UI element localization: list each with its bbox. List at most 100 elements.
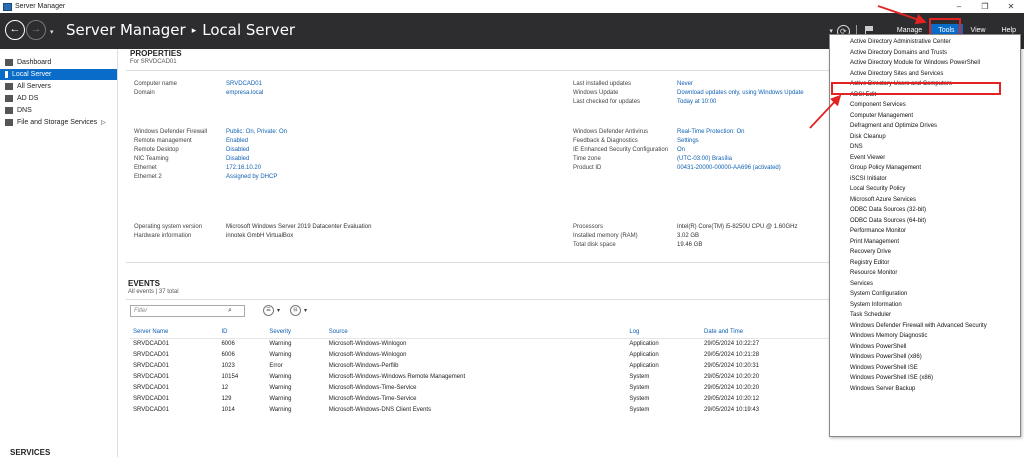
tools-menu-item[interactable]: Disk Cleanup xyxy=(830,132,1020,143)
save-query-dropdown-icon[interactable]: ▾ xyxy=(304,307,307,314)
tools-menu-item[interactable]: Performance Monitor xyxy=(830,226,1020,237)
tools-menu-item[interactable]: Recovery Drive xyxy=(830,247,1020,258)
firewall-link[interactable]: Public: On, Private: On xyxy=(226,129,287,135)
prop-key: Product ID xyxy=(573,165,602,171)
cell: 29/05/2024 10:20:20 xyxy=(704,384,760,391)
prop-key: Operating system version xyxy=(134,224,203,230)
breadcrumb-root[interactable]: Server Manager xyxy=(66,21,186,39)
tools-menu-item[interactable]: Resource Monitor xyxy=(830,268,1020,279)
properties-group-2-right: Windows Defender Antivirus Real-Time Prot… xyxy=(573,128,833,173)
time-zone-link[interactable]: (UTC-03:00) Brasília xyxy=(677,156,732,162)
tools-menu-item[interactable]: ODBC Data Sources (64-bit) xyxy=(830,216,1020,227)
table-row[interactable]: SRVDCAD01 6006 Warning Microsoft-Windows-Wi… xyxy=(130,349,830,360)
memory-value: 3.02 GB xyxy=(677,233,700,239)
tools-menu-item[interactable]: System Configuration xyxy=(830,289,1020,300)
expand-chevron-icon[interactable]: ▷ xyxy=(101,119,106,126)
sidebar-item-dns[interactable]: DNS xyxy=(0,105,117,116)
prop-key: Computer name xyxy=(134,81,178,87)
close-button[interactable]: ✕ xyxy=(998,0,1024,13)
tools-menu-item[interactable]: iSCSI Initiator xyxy=(830,174,1020,185)
tools-menu-item[interactable]: DNS xyxy=(830,142,1020,153)
last-updates-link[interactable]: Never xyxy=(677,81,693,87)
remote-desktop-link[interactable]: Disabled xyxy=(226,147,249,153)
col-log[interactable]: Log xyxy=(626,327,702,339)
tools-menu-item[interactable]: Microsoft Azure Services xyxy=(830,195,1020,206)
table-row[interactable]: SRVDCAD01 1023 Error Microsoft-Windows-Perf… xyxy=(130,360,830,371)
col-id[interactable]: ID xyxy=(218,327,267,339)
tools-menu-item[interactable]: Services xyxy=(830,279,1020,290)
tools-menu-item[interactable]: Event Viewer xyxy=(830,153,1020,164)
last-checked-link[interactable]: Today at 10:00 xyxy=(677,99,716,105)
tools-menu-item[interactable]: Windows PowerShell xyxy=(830,342,1020,353)
disk-value: 19.46 GB xyxy=(677,242,703,248)
col-source[interactable]: Source xyxy=(325,327,627,339)
table-row[interactable]: SRVDCAD01 6006 Warning Microsoft-Windows-Wi… xyxy=(130,338,830,349)
sidebar-item-local-server[interactable]: Local Server xyxy=(0,69,117,80)
tools-menu-item[interactable]: Component Services xyxy=(830,100,1020,111)
table-row[interactable]: SRVDCAD01 129 Warning Microsoft-Windows-Tim… xyxy=(130,393,830,404)
forward-arrow-icon[interactable]: → xyxy=(26,20,46,40)
table-row[interactable]: SRVDCAD01 10154 Warning Microsoft-Windows-W… xyxy=(130,371,830,382)
remote-management-link[interactable]: Enabled xyxy=(226,138,248,144)
tools-menu-item[interactable]: Registry Editor xyxy=(830,258,1020,269)
feedback-link[interactable]: Settings xyxy=(677,138,699,144)
cell: SRVDCAD01 xyxy=(133,395,169,402)
breadcrumb: Server Manager ▸ Local Server xyxy=(66,21,295,39)
computer-name-link[interactable]: SRVDCAD01 xyxy=(226,81,262,87)
col-server-name[interactable]: Server Name xyxy=(130,327,219,339)
back-arrow-icon[interactable]: ← xyxy=(5,20,25,40)
restore-button[interactable]: ❐ xyxy=(972,0,998,13)
cell: System xyxy=(629,395,650,402)
tools-menu-item[interactable]: System Information xyxy=(830,300,1020,311)
tools-menu-item[interactable]: Active Directory Administrative Center xyxy=(830,37,1020,48)
tools-menu-item[interactable]: Active Directory Module for Windows Powe… xyxy=(830,58,1020,69)
tools-menu-item[interactable]: Windows PowerShell ISE xyxy=(830,363,1020,374)
sidebar-item-label: DNS xyxy=(17,107,32,114)
tools-menu-item[interactable]: Windows Memory Diagnostic xyxy=(830,331,1020,342)
nic-teaming-link[interactable]: Disabled xyxy=(226,156,249,162)
tools-menu-item[interactable]: Task Scheduler xyxy=(830,310,1020,321)
prop-key: Ethernet xyxy=(134,165,157,171)
divider xyxy=(126,70,831,71)
cell: Error xyxy=(269,362,283,369)
sidebar-item-all-servers[interactable]: All Servers xyxy=(0,81,117,92)
cell: 29/05/2024 10:20:31 xyxy=(704,362,760,369)
ethernet2-link[interactable]: Assigned by DHCP xyxy=(226,174,277,180)
tools-menu-item[interactable]: ODBC Data Sources (32-bit) xyxy=(830,205,1020,216)
cell: Warning xyxy=(269,395,292,402)
cell: Microsoft-Windows-Winlogon xyxy=(328,340,407,347)
domain-link[interactable]: empresa.local xyxy=(226,90,263,96)
ethernet-link[interactable]: 172.16.10.20 xyxy=(226,165,261,171)
tools-menu-item[interactable]: Defragment and Optimize Drives xyxy=(830,121,1020,132)
windows-update-link[interactable]: Download updates only, using Windows Upd… xyxy=(677,90,804,96)
table-row[interactable]: SRVDCAD01 1014 Warning Microsoft-Windows-DN… xyxy=(130,404,830,415)
tools-menu-item[interactable]: Windows Server Backup xyxy=(830,384,1020,395)
filter-options-dropdown-icon[interactable]: ▾ xyxy=(277,307,280,314)
tools-menu-item[interactable]: Local Security Policy xyxy=(830,184,1020,195)
tools-menu-item[interactable]: Windows PowerShell (x86) xyxy=(830,352,1020,363)
prop-key: Total disk space xyxy=(573,242,616,248)
table-row[interactable]: SRVDCAD01 12 Warning Microsoft-Windows-Time… xyxy=(130,382,830,393)
col-severity[interactable]: Severity xyxy=(266,327,326,339)
ie-esc-link[interactable]: On xyxy=(677,147,685,153)
properties-group-1-right: Last installed updates Never Windows Upda… xyxy=(573,80,833,107)
defender-link[interactable]: Real-Time Protection: On xyxy=(677,129,744,135)
save-query-icon[interactable]: ⊟ xyxy=(290,305,301,316)
minimize-button[interactable]: – xyxy=(946,0,972,13)
tools-menu-item[interactable]: Computer Management xyxy=(830,111,1020,122)
sidebar-item-file-storage[interactable]: File and Storage Services ▷ xyxy=(0,117,117,128)
filter-options-icon[interactable]: ☰ xyxy=(263,305,274,316)
sidebar-item-ad-ds[interactable]: AD DS xyxy=(0,93,117,104)
tools-menu-item[interactable]: Windows PowerShell ISE (x86) xyxy=(830,373,1020,384)
search-icon[interactable]: ⌕ xyxy=(228,307,232,315)
sidebar-item-dashboard[interactable]: Dashboard xyxy=(0,57,117,68)
nav-history-dropdown-icon[interactable]: ▾ xyxy=(50,28,54,36)
cell: 29/05/2024 10:22:27 xyxy=(704,340,760,347)
product-id-link[interactable]: 00431-20000-00000-AA696 (activated) xyxy=(677,165,781,171)
tools-menu-item[interactable]: Windows Defender Firewall with Advanced … xyxy=(830,321,1020,332)
tools-menu-item[interactable]: Active Directory Domains and Trusts xyxy=(830,48,1020,59)
tools-menu-item[interactable]: Active Directory Sites and Services xyxy=(830,69,1020,80)
col-date-time[interactable]: Date and Time xyxy=(701,327,830,339)
tools-menu-item[interactable]: Group Policy Management xyxy=(830,163,1020,174)
tools-menu-item[interactable]: Print Management xyxy=(830,237,1020,248)
